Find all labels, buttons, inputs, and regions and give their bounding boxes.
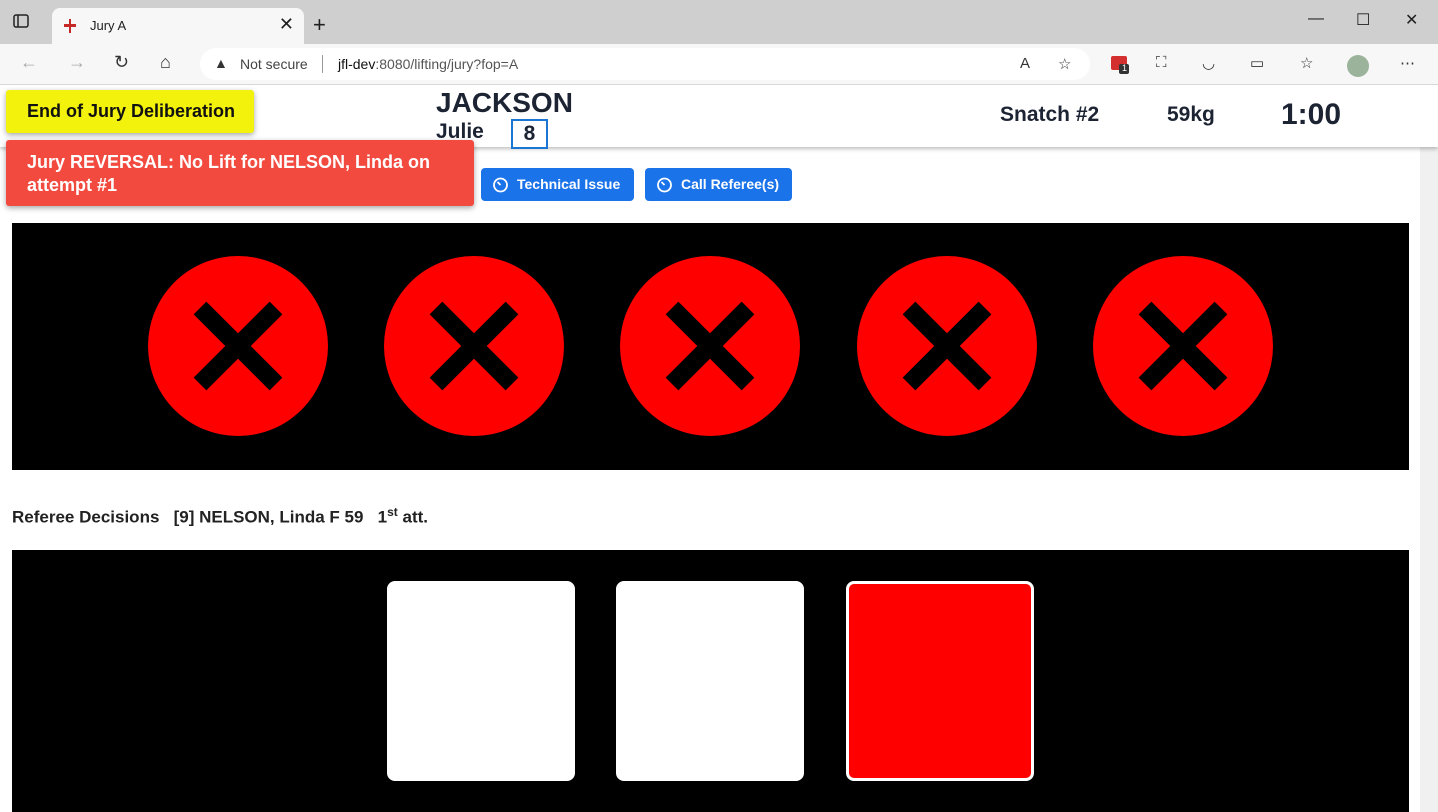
referee-decision-2 <box>616 581 804 781</box>
home-icon[interactable]: ⌂ <box>160 52 171 73</box>
x-icon <box>1138 301 1228 391</box>
favorite-add-icon[interactable]: ☆ <box>1058 55 1071 73</box>
screenshot-icon[interactable]: ⛶ <box>1156 54 1167 71</box>
jury-decisions-panel <box>12 223 1409 470</box>
jury-decision-3[interactable] <box>620 256 800 436</box>
referee-decisions-heading: Referee Decisions [9] NELSON, Linda F 59… <box>12 505 428 528</box>
technical-issue-label: Technical Issue <box>517 176 621 192</box>
browser-tab[interactable]: Jury A ✕ <box>52 8 304 44</box>
jury-decision-1[interactable] <box>148 256 328 436</box>
jury-decision-4[interactable] <box>857 256 1037 436</box>
timer-icon <box>493 177 508 193</box>
referee-decision-1 <box>387 581 575 781</box>
browser-nav-bar: ← → ↻ ⌂ ▲ Not secure jfl-dev:8080/liftin… <box>0 44 1438 85</box>
warning-icon[interactable]: ▲ <box>214 55 228 71</box>
referee-decision-3 <box>846 581 1034 781</box>
owlcms-favicon-icon <box>62 18 78 34</box>
jury-decision-2[interactable] <box>384 256 564 436</box>
extension-badge: 1 <box>1122 63 1128 73</box>
timer-icon <box>657 177 672 193</box>
more-menu-icon[interactable]: ⋯ <box>1400 54 1415 72</box>
forward-icon[interactable]: → <box>68 52 86 73</box>
url-host: jfl-dev <box>338 56 376 72</box>
back-icon[interactable]: ← <box>20 52 38 73</box>
referee-athlete: [9] NELSON, Linda F 59 <box>173 507 364 527</box>
attempt-suffix: st <box>387 505 398 519</box>
call-referees-button[interactable]: Call Referee(s) <box>645 168 792 201</box>
timer-clock: 1:00 <box>1281 98 1342 131</box>
x-icon <box>429 301 519 391</box>
address-divider <box>322 55 323 73</box>
url-text[interactable]: jfl-dev:8080/lifting/jury?fop=A <box>338 56 518 72</box>
pocket-icon[interactable]: ◡ <box>1202 54 1215 72</box>
browser-tab-bar: Jury A ✕ + — ☐ ✕ <box>0 0 1438 44</box>
deliberation-notification[interactable]: End of Jury Deliberation <box>6 90 254 133</box>
referee-decisions-panel <box>12 550 1409 812</box>
address-bar[interactable]: ▲ Not secure jfl-dev:8080/lifting/jury?f… <box>200 48 1090 80</box>
scrollbar[interactable] <box>1420 147 1438 812</box>
x-icon <box>665 301 755 391</box>
favorites-icon[interactable]: ☆ <box>1300 54 1313 72</box>
requested-weight: 59kg <box>1167 103 1215 126</box>
reload-icon[interactable]: ↻ <box>114 52 129 73</box>
cast-icon[interactable]: ▭ <box>1250 54 1264 72</box>
call-referees-label: Call Referee(s) <box>681 176 780 192</box>
referee-section-title: Referee Decisions <box>12 507 160 527</box>
jury-decision-5[interactable] <box>1093 256 1273 436</box>
minimize-icon[interactable]: — <box>1308 10 1324 28</box>
attempt-label: Snatch #2 <box>1000 103 1100 126</box>
attempt-word: att. <box>402 507 428 527</box>
profile-avatar-icon[interactable] <box>1346 54 1370 82</box>
new-tab-icon[interactable]: + <box>313 12 326 38</box>
close-window-icon[interactable]: ✕ <box>1405 10 1418 30</box>
technical-issue-button[interactable]: Technical Issue <box>481 168 634 201</box>
start-number: 8 <box>511 119 548 149</box>
reversal-notification[interactable]: Jury REVERSAL: No Lift for NELSON, Linda… <box>6 140 474 206</box>
url-path: :8080/lifting/jury?fop=A <box>375 56 519 72</box>
close-tab-icon[interactable]: ✕ <box>279 14 294 35</box>
read-aloud-icon[interactable]: A <box>1020 55 1030 72</box>
x-icon <box>902 301 992 391</box>
extension-icon[interactable]: 1 <box>1110 54 1130 78</box>
tab-actions-icon[interactable] <box>12 12 40 40</box>
x-icon <box>193 301 283 391</box>
tab-title: Jury A <box>90 18 127 33</box>
attempt-number: 1 <box>377 507 388 527</box>
athlete-last-name: JACKSON <box>436 87 573 118</box>
maximize-icon[interactable]: ☐ <box>1356 10 1370 30</box>
jury-page: JACKSON Julie 8 Snatch #2 59kg 1:00 Tech… <box>0 85 1438 812</box>
security-label[interactable]: Not secure <box>240 56 308 72</box>
